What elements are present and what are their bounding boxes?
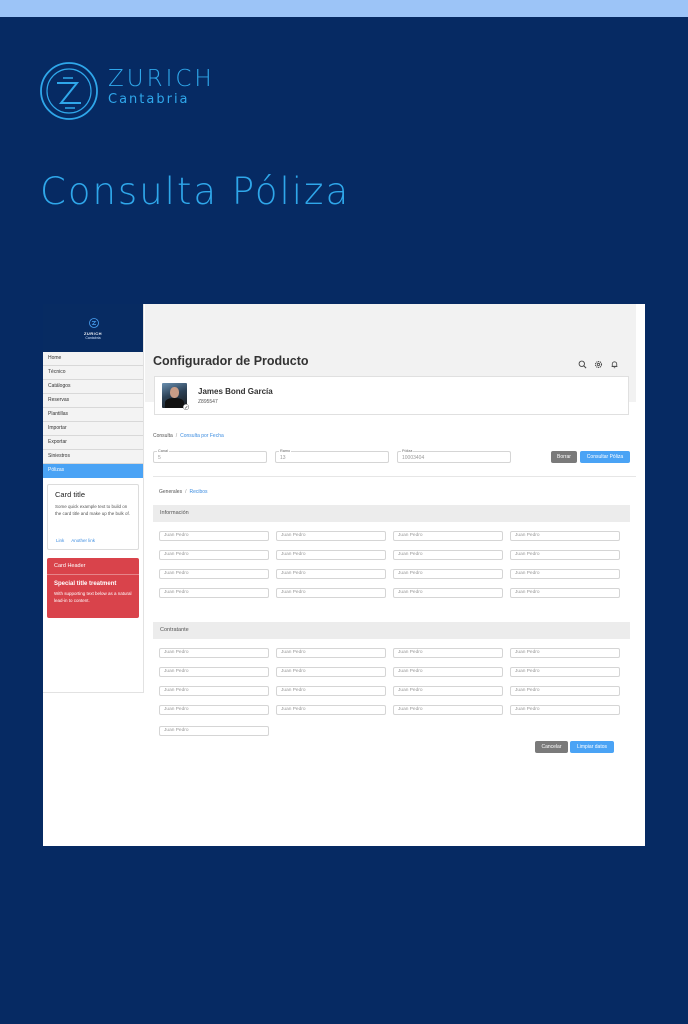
breadcrumb-root[interactable]: Consulta (153, 433, 173, 439)
zurich-mini-logo-icon (89, 318, 99, 328)
top-strip (0, 0, 688, 17)
sidebar-item-reservas[interactable]: Reservas (43, 394, 143, 408)
sidebar-item-polizas[interactable]: Pólizas (43, 464, 143, 478)
informacion-field-8[interactable]: Juan Pedro (510, 550, 620, 560)
contratante-field-2[interactable]: Juan Pedro (276, 648, 386, 658)
contratante-field-10[interactable]: Juan Pedro (276, 686, 386, 696)
sidebar-logo-sub: Cantabria (85, 336, 101, 340)
ramo-label: Ramo (279, 449, 292, 453)
contratante-field-11[interactable]: Juan Pedro (393, 686, 503, 696)
contratante-field-15[interactable]: Juan Pedro (393, 705, 503, 715)
contratante-field-14[interactable]: Juan Pedro (276, 705, 386, 715)
contratante-field-17[interactable]: Juan Pedro (159, 726, 269, 736)
canal-label: Canal (157, 449, 169, 453)
informacion-field-7[interactable]: Juan Pedro (393, 550, 503, 560)
informacion-field-10[interactable]: Juan Pedro (276, 569, 386, 579)
tab-recibos[interactable]: Recibos (189, 489, 207, 495)
page-title: Configurador de Producto (153, 354, 309, 368)
consultar-poliza-button[interactable]: Consultar Póliza (580, 451, 630, 463)
main-content: Configurador de Producto James Bond Garc… (145, 304, 645, 846)
informacion-field-16[interactable]: Juan Pedro (510, 588, 620, 598)
informacion-field-4[interactable]: Juan Pedro (510, 531, 620, 541)
informacion-field-12[interactable]: Juan Pedro (510, 569, 620, 579)
alert-card-header: Card Header (47, 558, 139, 575)
informacion-field-2[interactable]: Juan Pedro (276, 531, 386, 541)
limpiar-datos-button[interactable]: Limpiar datos (570, 741, 614, 753)
gear-icon[interactable] (594, 360, 603, 369)
contratante-field-7[interactable]: Juan Pedro (393, 667, 503, 677)
bell-icon[interactable] (610, 360, 619, 369)
section-contratante-header: Contratante (153, 622, 630, 639)
detail-tabs: Generales / Recibos (159, 489, 208, 495)
app-window: ZURICH Cantabria Home Técnico Catálogos … (43, 304, 645, 846)
ramo-value: 13 (280, 455, 286, 461)
card-link[interactable]: Link (56, 538, 64, 543)
contratante-field-8[interactable]: Juan Pedro (510, 667, 620, 677)
sidebar-item-siniestros[interactable]: Siniestros (43, 450, 143, 464)
zurich-logo-icon (40, 62, 98, 120)
sidebar-header: ZURICH Cantabria (43, 304, 143, 352)
info-card: Card title Some quick example text to bu… (47, 484, 139, 550)
sidebar-item-catalogos[interactable]: Catálogos (43, 380, 143, 394)
search-icon[interactable] (578, 360, 587, 369)
sidebar-item-exportar[interactable]: Exportar (43, 436, 143, 450)
contratante-field-1[interactable]: Juan Pedro (159, 648, 269, 658)
ramo-field[interactable]: Ramo 13 (275, 449, 389, 463)
user-name: James Bond García (198, 387, 273, 396)
alert-card-text: With supporting text below as a natural … (54, 591, 132, 603)
informacion-field-6[interactable]: Juan Pedro (276, 550, 386, 560)
borrar-button[interactable]: Borrar (551, 451, 577, 463)
contratante-field-16[interactable]: Juan Pedro (510, 705, 620, 715)
sidebar-item-importar[interactable]: Importar (43, 422, 143, 436)
breadcrumb-current[interactable]: Consulta por Fecha (180, 433, 224, 439)
poliza-field[interactable]: Póliza 10003404 (397, 449, 511, 463)
informacion-field-13[interactable]: Juan Pedro (159, 588, 269, 598)
poliza-value: 10003404 (402, 455, 425, 461)
informacion-field-5[interactable]: Juan Pedro (159, 550, 269, 560)
informacion-field-1[interactable]: Juan Pedro (159, 531, 269, 541)
contratante-field-9[interactable]: Juan Pedro (159, 686, 269, 696)
informacion-field-3[interactable]: Juan Pedro (393, 531, 503, 541)
breadcrumb: Consulta / Consulta por Fecha (153, 433, 224, 439)
sidebar-item-tecnico[interactable]: Técnico (43, 366, 143, 380)
informacion-field-11[interactable]: Juan Pedro (393, 569, 503, 579)
tab-generales[interactable]: Generales (159, 489, 182, 495)
informacion-field-15[interactable]: Juan Pedro (393, 588, 503, 598)
cancelar-button[interactable]: Cancelar (535, 741, 568, 753)
contratante-field-3[interactable]: Juan Pedro (393, 648, 503, 658)
contratante-field-13[interactable]: Juan Pedro (159, 705, 269, 715)
contratante-field-12[interactable]: Juan Pedro (510, 686, 620, 696)
section-informacion-header: Información (153, 505, 630, 522)
alert-card: Card Header Special title treatment With… (47, 558, 139, 618)
canal-field[interactable]: Canal 5 (153, 449, 267, 463)
brand-name: ZURICH (108, 66, 215, 92)
sidebar: ZURICH Cantabria Home Técnico Catálogos … (43, 304, 144, 693)
informacion-field-14[interactable]: Juan Pedro (276, 588, 386, 598)
user-id: Z895547 (198, 399, 218, 405)
card-another-link[interactable]: Another link (71, 538, 95, 543)
canal-value: 5 (158, 455, 161, 461)
poliza-label: Póliza (401, 449, 414, 453)
contratante-field-6[interactable]: Juan Pedro (276, 667, 386, 677)
user-card: James Bond García Z895547 (154, 376, 629, 415)
brand-subtitle: Cantabria (108, 92, 190, 107)
sidebar-item-plantillas[interactable]: Plantillas (43, 408, 143, 422)
contratante-field-5[interactable]: Juan Pedro (159, 667, 269, 677)
hero-title: Consulta Póliza (40, 170, 351, 213)
contratante-field-4[interactable]: Juan Pedro (510, 648, 620, 658)
card-title: Card title (55, 490, 86, 499)
edit-avatar-icon[interactable] (183, 404, 189, 410)
card-text: Some quick example text to build on the … (55, 504, 131, 516)
alert-card-title: Special title treatment (54, 581, 117, 587)
informacion-field-9[interactable]: Juan Pedro (159, 569, 269, 579)
sidebar-item-home[interactable]: Home (43, 352, 143, 366)
divider (153, 476, 636, 477)
